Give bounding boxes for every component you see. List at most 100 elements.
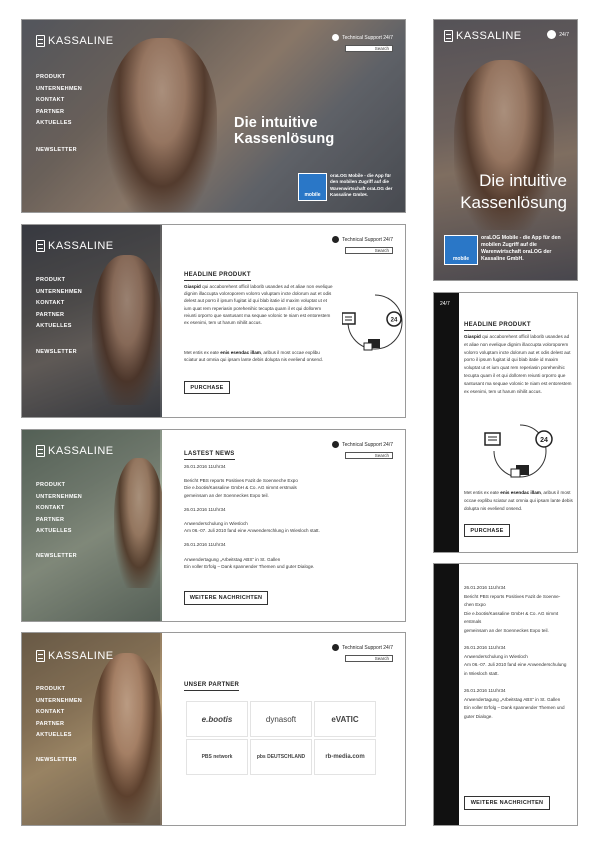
nav-item-aktuelles[interactable]: AKTUELLES — [36, 526, 82, 538]
nav-item-unternehmen[interactable]: UNTERNEHMEN — [36, 287, 82, 299]
partner-logo-grid: e.bootis dynasoft eVATIC PBS network pbs… — [186, 701, 376, 775]
main-nav: PRODUKT UNTERNEHMEN KONTAKT PARTNER AKTU… — [36, 480, 82, 538]
partner-logo-dynasoft[interactable]: dynasoft — [250, 701, 312, 737]
nav-item-kontakt[interactable]: KONTAKT — [36, 95, 82, 107]
nav-item-produkt[interactable]: PRODUKT — [36, 480, 82, 492]
purchase-button[interactable]: PURCHASE — [464, 524, 510, 537]
nav-item-partner[interactable]: PARTNER — [36, 719, 82, 731]
brand-logo[interactable]: KASSALINE — [36, 445, 114, 457]
news-list-mobile: 26.01.2016 11Uhr34 Bericht PBS reports P… — [464, 584, 576, 721]
partner-logo-pbs-network[interactable]: PBS network — [186, 739, 248, 775]
brand-logo[interactable]: KASSALINE — [36, 240, 114, 252]
app-promo[interactable]: mobile oraLOG Mobile - die App für den m… — [444, 235, 574, 265]
logo-icon — [36, 650, 45, 662]
product-body-2: Met entis ex eate enis esendac illam, ar… — [464, 490, 573, 511]
nav-item-unternehmen[interactable]: UNTERNEHMEN — [36, 696, 82, 708]
nav-item-produkt[interactable]: PRODUKT — [36, 72, 82, 84]
nav-item-aktuelles[interactable]: AKTUELLES — [36, 730, 82, 742]
more-news-button[interactable]: WEITERE NACHRICHTEN — [184, 591, 268, 605]
brand-logo[interactable]: KASSALINE — [36, 650, 114, 662]
support-short-label: 24/7 — [440, 301, 450, 307]
more-news-button[interactable]: WEITERE NACHRICHTEN — [464, 796, 550, 810]
nav-item-partner[interactable]: PARTNER — [36, 515, 82, 527]
news-title[interactable]: Bericht PBS reports Positives Fazit de S… — [184, 477, 404, 484]
support-text: 24/7 — [559, 31, 569, 38]
support-info[interactable]: Technical Support 24/7 — [332, 644, 393, 651]
svg-text:24: 24 — [391, 318, 398, 324]
brand-name: KASSALINE — [48, 35, 114, 47]
mobile-app-icon: mobile — [298, 173, 327, 201]
support-info[interactable]: Technical Support 24/7 — [332, 441, 393, 448]
nav-item-partner[interactable]: PARTNER — [36, 310, 82, 322]
nav-item-produkt[interactable]: PRODUKT — [36, 275, 82, 287]
support-text: Technical Support 24/7 — [342, 441, 393, 448]
support-icon — [332, 34, 340, 41]
product-content: Technical Support 24/7 Search HEADLINE P… — [162, 225, 405, 417]
purchase-button[interactable]: PURCHASE — [184, 381, 230, 394]
newsletter-link[interactable]: NEWSLETTER — [36, 349, 77, 355]
search-input[interactable]: Search — [345, 45, 393, 52]
nav-item-aktuelles[interactable]: AKTUELLES — [36, 321, 82, 333]
brand-logo[interactable]: KASSALINE — [444, 30, 522, 42]
newsletter-link[interactable]: NEWSLETTER — [36, 757, 77, 763]
product-heading: HEADLINE PRODUKT — [464, 322, 531, 331]
nav-item-unternehmen[interactable]: UNTERNEHMEN — [36, 492, 82, 504]
news-date: 26.01.2016 11Uhr34 — [184, 542, 226, 548]
nav-item-aktuelles[interactable]: AKTUELLES — [36, 118, 82, 130]
mobile-side-bar — [434, 564, 459, 825]
logo-icon — [444, 30, 453, 42]
news-title[interactable]: Anwenderschulung in Wiesloch — [184, 520, 404, 527]
product-feature-diagram: 24 — [342, 294, 403, 351]
brand-name: KASSALINE — [48, 240, 114, 252]
news-desktop-panel: KASSALINE PRODUKT UNTERNEHMEN KONTAKT PA… — [21, 429, 406, 622]
news-title[interactable]: Bericht PBS reports Positives Fazit de S… — [464, 593, 576, 602]
support-icon — [547, 30, 557, 39]
news-content: Technical Support 24/7 Search LASTEST NE… — [162, 430, 405, 621]
search-input[interactable]: Search — [345, 247, 393, 254]
hero-desktop-panel: KASSALINE PRODUKT UNTERNEHMEN KONTAKT PA… — [21, 19, 406, 213]
news-date: 26.01.2016 11Uhr34 — [464, 645, 506, 650]
partner-logo-ebootis[interactable]: e.bootis — [186, 701, 248, 737]
document-icon — [342, 312, 356, 325]
support-icon — [332, 236, 340, 243]
app-tile-label: mobile — [304, 192, 321, 198]
support-info[interactable]: 24/7 — [547, 30, 569, 39]
support-icon — [332, 441, 340, 448]
nav-item-kontakt[interactable]: KONTAKT — [36, 707, 82, 719]
news-title[interactable]: Anwenderschulung in Wiesloch — [464, 653, 576, 662]
main-nav: PRODUKT UNTERNEHMEN KONTAKT PARTNER AKTU… — [36, 72, 82, 130]
newsletter-link[interactable]: NEWSLETTER — [36, 147, 77, 153]
brand-name: KASSALINE — [48, 445, 114, 457]
nav-item-unternehmen[interactable]: UNTERNEHMEN — [36, 84, 82, 96]
search-input[interactable]: Search — [345, 655, 393, 662]
support-text: Technical Support 24/7 — [342, 644, 393, 651]
brand-logo[interactable]: KASSALINE — [36, 35, 114, 47]
partner-logo-evatic[interactable]: eVATIC — [314, 701, 376, 737]
nav-item-kontakt[interactable]: KONTAKT — [36, 503, 82, 515]
logo-icon — [36, 35, 45, 47]
support-info[interactable]: Technical Support 24/7 — [332, 236, 393, 243]
nav-item-produkt[interactable]: PRODUKT — [36, 684, 82, 696]
hero-mobile-title: Die intuitive Kassenlösung — [460, 171, 567, 212]
svg-text:24: 24 — [540, 437, 548, 444]
news-date: 26.01.2016 11Uhr34 — [184, 464, 226, 469]
support-text: Technical Support 24/7 — [342, 236, 393, 243]
main-nav: PRODUKT UNTERNEHMEN KONTAKT PARTNER AKTU… — [36, 275, 82, 333]
search-input[interactable]: Search — [345, 452, 393, 459]
mobile-side-bar — [434, 293, 459, 552]
news-title[interactable]: Anwendertagung „Arbeitstag ABS“ in St. G… — [184, 556, 404, 563]
partner-heading: UNSER PARTNER — [184, 682, 240, 691]
newsletter-link[interactable]: NEWSLETTER — [36, 553, 77, 559]
partner-logo-pbs-deutschland[interactable]: pbs DEUTSCHLAND — [250, 739, 312, 775]
document-icon — [484, 432, 501, 446]
app-promo[interactable]: mobile oraLOG Mobile - die App für den m… — [298, 173, 401, 201]
news-date: 26.01.2016 11Uhr34 — [464, 688, 506, 693]
nav-item-kontakt[interactable]: KONTAKT — [36, 298, 82, 310]
news-title[interactable]: Anwendertagung „Arbeitstag ABS“ in St. G… — [464, 696, 576, 705]
support-info[interactable]: Technical Support 24/7 — [332, 34, 393, 41]
news-heading: LASTEST NEWS — [184, 451, 235, 460]
partner-logo-rb-media[interactable]: rb-media.com — [314, 739, 376, 775]
app-promo-text: oraLOG Mobile - die App für den mobilen … — [481, 235, 561, 262]
nav-item-partner[interactable]: PARTNER — [36, 107, 82, 119]
product-body-2: Met entis ex eate enis esendac illam, ar… — [184, 350, 323, 363]
